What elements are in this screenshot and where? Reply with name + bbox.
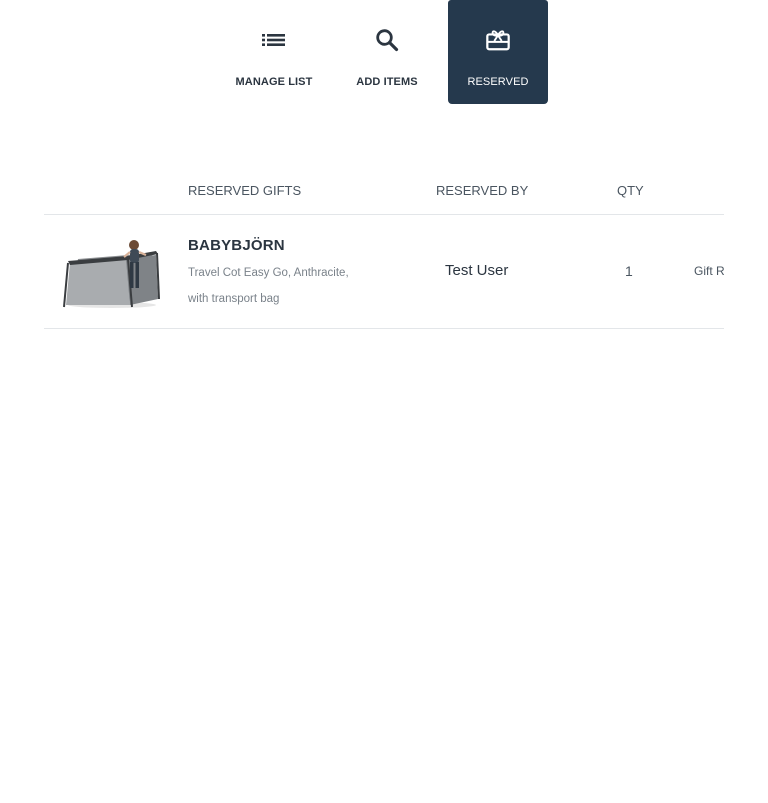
tab-manage-list-label: MANAGE LIST <box>235 76 313 88</box>
divider <box>44 328 724 329</box>
gift-action-link[interactable]: Gift R <box>694 264 768 278</box>
reserved-by-value: Test User <box>445 262 509 279</box>
header-reserved-gifts: RESERVED GIFTS <box>188 183 302 198</box>
quantity-value: 1 <box>625 263 633 279</box>
product-description: Travel Cot Easy Go, Anthracite, with tra… <box>188 267 349 305</box>
travel-cot-image <box>60 237 164 309</box>
tab-add-items-label: ADD ITEMS <box>356 76 418 88</box>
table-header: RESERVED GIFTS RESERVED BY QTY <box>0 183 768 203</box>
tab-add-items[interactable]: ADD ITEMS <box>326 0 448 104</box>
reserved-gifts-page: MANAGE LIST ADD ITEMS RESERVED RESERVED … <box>0 0 768 803</box>
tab-reserved-label: RESERVED <box>467 76 529 88</box>
tab-reserved[interactable]: RESERVED <box>448 0 548 104</box>
gift-card-icon <box>485 27 511 53</box>
tab-navigation: MANAGE LIST ADD ITEMS RESERVED <box>222 0 548 104</box>
header-qty: QTY <box>617 183 644 198</box>
table-row: BABYBJÖRN Travel Cot Easy Go, Anthracite… <box>0 215 768 328</box>
search-icon <box>374 27 400 53</box>
header-reserved-by: RESERVED BY <box>436 183 529 198</box>
tab-manage-list[interactable]: MANAGE LIST <box>222 0 326 104</box>
list-icon <box>261 27 287 53</box>
product-brand[interactable]: BABYBJÖRN <box>188 237 285 254</box>
